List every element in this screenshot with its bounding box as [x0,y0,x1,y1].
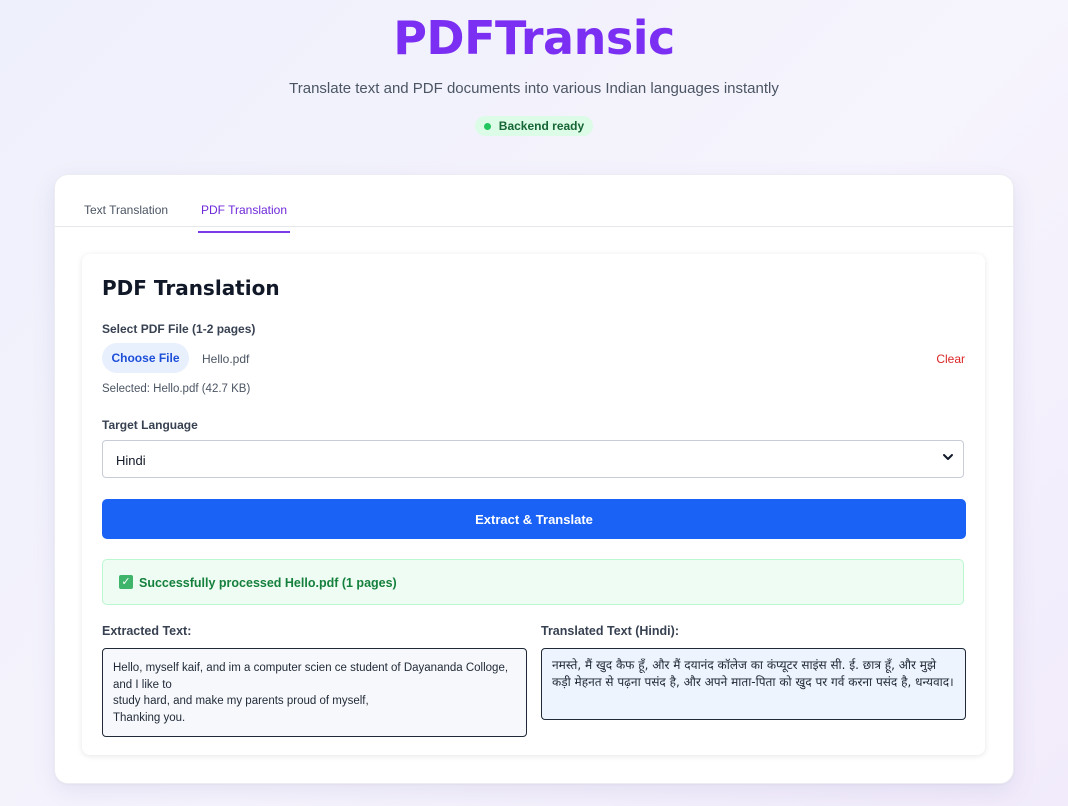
status-dot-icon [483,122,491,130]
header: PDFTransic Translate text and PDF docume… [0,0,1068,136]
tab-text-translation[interactable]: Text Translation [84,203,168,217]
app-subtitle: Translate text and PDF documents into va… [289,80,779,97]
app-title: PDFTransic [393,11,675,65]
file-field-label: Select PDF File (1-2 pages) [102,322,256,336]
choose-file-button[interactable]: Choose File [102,343,189,373]
extract-translate-button[interactable]: Extract & Translate [102,499,966,539]
check-icon: ✓ [119,575,133,589]
target-language-select[interactable]: Hindi [102,440,964,478]
pdf-translation-panel: PDF Translation Select PDF File (1-2 pag… [82,254,985,755]
panel-title: PDF Translation [102,276,280,300]
success-alert: ✓ Successfully processed Hello.pdf (1 pa… [102,559,964,605]
main-card: Text Translation PDF Translation PDF Tra… [54,174,1014,784]
extracted-text-box[interactable]: Hello, myself kaif, and im a computer sc… [102,648,527,737]
selected-language: Hindi [116,453,146,468]
status-text: Backend ready [498,119,585,133]
tab-pdf-translation[interactable]: PDF Translation [198,203,291,233]
language-field-label: Target Language [102,418,198,432]
translated-text-box[interactable]: नमस्ते, मैं खुद कैफ हूँ, और मैं दयानंद क… [541,648,966,720]
translated-text-label: Translated Text (Hindi): [541,624,679,638]
status-badge: Backend ready [474,116,594,136]
success-message: Successfully processed Hello.pdf (1 page… [139,576,397,590]
selected-file-info: Selected: Hello.pdf (42.7 KB) [102,383,251,395]
chosen-file-name: Hello.pdf [202,352,250,366]
tab-bar: Text Translation PDF Translation [55,175,1013,233]
chevron-down-icon [943,454,953,460]
extracted-text-label: Extracted Text: [102,624,192,638]
clear-button[interactable]: Clear [936,352,965,366]
